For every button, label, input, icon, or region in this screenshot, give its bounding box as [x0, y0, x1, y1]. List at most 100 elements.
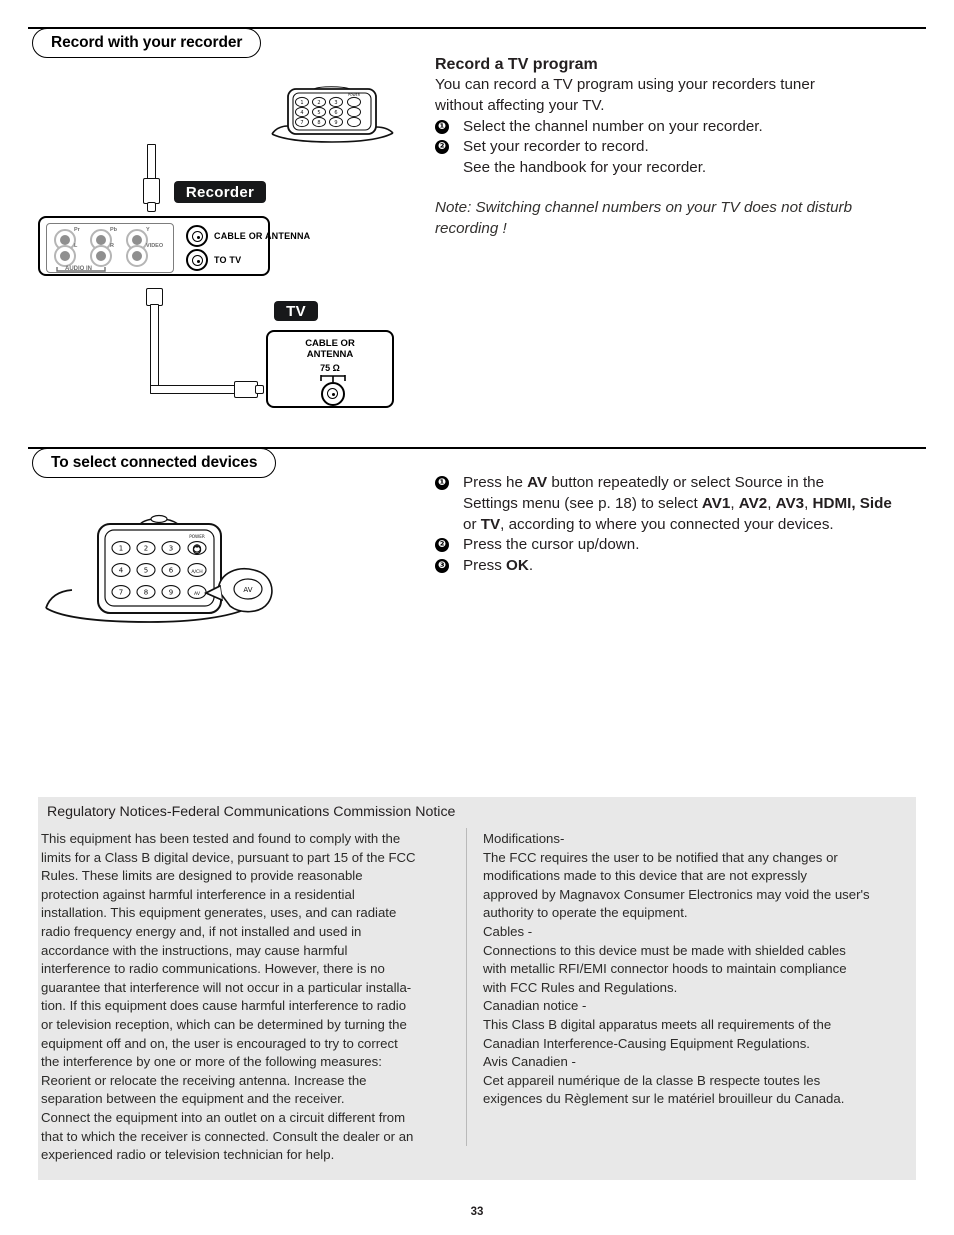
recorder-to-tv-cable-vertical [150, 304, 159, 394]
svg-text:2: 2 [317, 100, 320, 106]
rca-label-right: R [110, 243, 114, 249]
fcc-right-line: approved by Magnavox Consumer Electronic… [483, 886, 870, 902]
fcc-right-line: modifications made to this device that a… [483, 868, 807, 884]
tv-device-label-text: TV [286, 302, 306, 320]
coax-jack-cable-or-antenna [186, 225, 208, 247]
recorder-cable-plug-top [143, 178, 160, 204]
select-step-1-line3-c: , according to where you connected your … [500, 515, 834, 533]
svg-text:3: 3 [334, 100, 337, 106]
fcc-right-column: Modifications- The FCC requires the user… [483, 830, 907, 1109]
fcc-left-line: tion. If this equipment does cause harmf… [41, 998, 407, 1014]
section-2-title: To select connected devices [51, 454, 258, 471]
fcc-right-line: exigences du Règlement sur le matériel b… [483, 1091, 845, 1107]
fcc-left-line: guarantee that interference will not occ… [41, 979, 412, 995]
select-step-3-text-c: . [528, 557, 534, 575]
rca-jack-video [126, 245, 148, 267]
fcc-right-line: authority to operate the equipment. [483, 905, 688, 921]
svg-text:A/CH: A/CH [191, 569, 202, 575]
select-step-3-bullet: ❸ [435, 559, 449, 574]
av-button-name: AV [527, 474, 548, 491]
step-1: ❶ Select the channel number on your reco… [435, 117, 915, 138]
step-2-bullet: ❷ [435, 140, 449, 155]
select-step-1-line-1: Press he AV button repeatedly or select … [463, 473, 925, 494]
tv-jack-impedance: 75 Ω [320, 363, 340, 373]
svg-text:4: 4 [119, 567, 124, 575]
sep-2: , [767, 494, 776, 512]
recorder-back-panel: Pr Pb Y L R VIDEO AUDIO IN CABLE OR ANTE… [38, 216, 310, 276]
note-line-2: recording ! [435, 219, 507, 237]
step-1-bullet: ❶ [435, 119, 449, 134]
note-line-1: Note: Switching channel numbers on your … [435, 198, 853, 216]
remote-bottom-illustration: 1 2 3 4 5 6 7 8 9 A/CH AV POWER AV [45, 514, 273, 623]
audio-in-label: AUDIO IN [65, 266, 92, 272]
tv-input-plug-tip [255, 385, 264, 394]
tv-back-panel: CABLE OR ANTENNA 75 Ω [266, 330, 394, 408]
coax-label-cable-or-antenna: CABLE OR ANTENNA [214, 231, 311, 241]
svg-text:AV: AV [194, 591, 201, 597]
rca-label-pb: Pb [110, 227, 118, 233]
fcc-left-line: Reorient or relocate the receiving anten… [41, 1072, 367, 1088]
select-step-1-line3-a: or [463, 515, 481, 533]
fcc-right-line: Cet appareil numérique de la classe B re… [483, 1072, 821, 1088]
svg-text:9: 9 [334, 120, 337, 126]
fcc-left-line: limits for a Class B digital device, pur… [41, 849, 416, 865]
fcc-left-line: Rules. These limits are designed to prov… [41, 868, 363, 884]
step-2: ❷ Set your recorder to record. [435, 137, 915, 158]
recorder-device-label: Recorder [174, 181, 266, 203]
svg-text:6: 6 [169, 567, 174, 575]
page-number: 33 [470, 1206, 484, 1218]
svg-text:9: 9 [169, 589, 173, 597]
fcc-left-line: equipment off and on, the user is encour… [41, 1035, 398, 1051]
fcc-right-line: Canadian Interference-Causing Equipment … [483, 1035, 810, 1051]
fcc-right-line: with FCC Rules and Regulations. [483, 979, 678, 995]
rca-jack-audio-right [90, 245, 112, 267]
select-step-3: ❸ Press OK. [435, 556, 925, 577]
tv-device-label: TV [274, 301, 318, 321]
source-option-hdmi-side: HDMI, Side [812, 494, 892, 512]
svg-text:7: 7 [119, 589, 123, 597]
svg-text:AV: AV [243, 586, 252, 594]
fcc-left-line: experienced radio or television technici… [41, 1147, 335, 1163]
fcc-left-line: This equipment has been tested and found… [41, 831, 401, 846]
select-step-2-text: Press the cursor up/down. [463, 536, 640, 554]
remote-top-illustration: 1 2 3 4 5 6 7 8 9 POWER [271, 86, 394, 143]
fcc-right-line: Canadian notice - [483, 998, 587, 1014]
fcc-left-line: interference to radio communications. Ho… [41, 961, 385, 977]
fcc-right-line: Cables - [483, 923, 533, 939]
step-2-continuation-text: See the handbook for your recorder. [463, 159, 707, 177]
record-tv-program-heading: Record a TV program [435, 56, 598, 73]
fcc-left-line: that to which the receiver is connected.… [41, 1128, 414, 1144]
select-step-1-line2-a: Settings menu (see p. 18) to select [463, 494, 702, 512]
ok-button-name: OK [506, 557, 529, 575]
svg-text:8: 8 [317, 120, 320, 126]
section-1-pill: Record with your recorder [32, 28, 262, 58]
fcc-left-column: This equipment has been tested and found… [41, 830, 465, 1165]
svg-text:8: 8 [144, 589, 148, 597]
rca-label-left: L [74, 243, 78, 249]
fcc-column-divider [466, 828, 467, 1146]
select-step-1-line-3: or TV, according to where you connected … [463, 515, 925, 536]
intro-line-2: without affecting your TV. [435, 96, 605, 114]
select-step-3-text-a: Press [463, 557, 507, 575]
select-step-1: ❶ Press he AV button repeatedly or selec… [435, 473, 925, 535]
step-1-text: Select the channel number on your record… [463, 117, 763, 135]
select-step-1-line1-c: button repeatedly or select Source in th… [547, 474, 825, 491]
fcc-left-line: protection against harmful interference … [41, 886, 355, 902]
fcc-left-line: or television reception, which can be de… [41, 1016, 407, 1032]
svg-text:1: 1 [119, 545, 123, 553]
select-devices-text: ❶ Press he AV button repeatedly or selec… [435, 473, 925, 577]
svg-text:6: 6 [334, 110, 337, 116]
svg-text:POWER: POWER [348, 93, 361, 97]
select-step-1-line-2: Settings menu (see p. 18) to select AV1,… [463, 494, 925, 515]
svg-text:7: 7 [300, 120, 303, 126]
source-option-av2: AV2 [738, 494, 768, 512]
svg-text:3: 3 [169, 545, 173, 553]
svg-text:POWER: POWER [189, 534, 205, 539]
section-1-title: Record with your recorder [51, 34, 243, 51]
select-step-1-bullet: ❶ [435, 476, 449, 490]
select-step-2: ❷ Press the cursor up/down. [435, 535, 925, 556]
intro-line-1: You can record a TV program using your r… [435, 76, 815, 93]
fcc-left-line: installation. This equipment generates, … [41, 905, 397, 921]
step-2-text: Set your recorder to record. [463, 138, 649, 156]
rca-label-y: Y [146, 227, 150, 233]
